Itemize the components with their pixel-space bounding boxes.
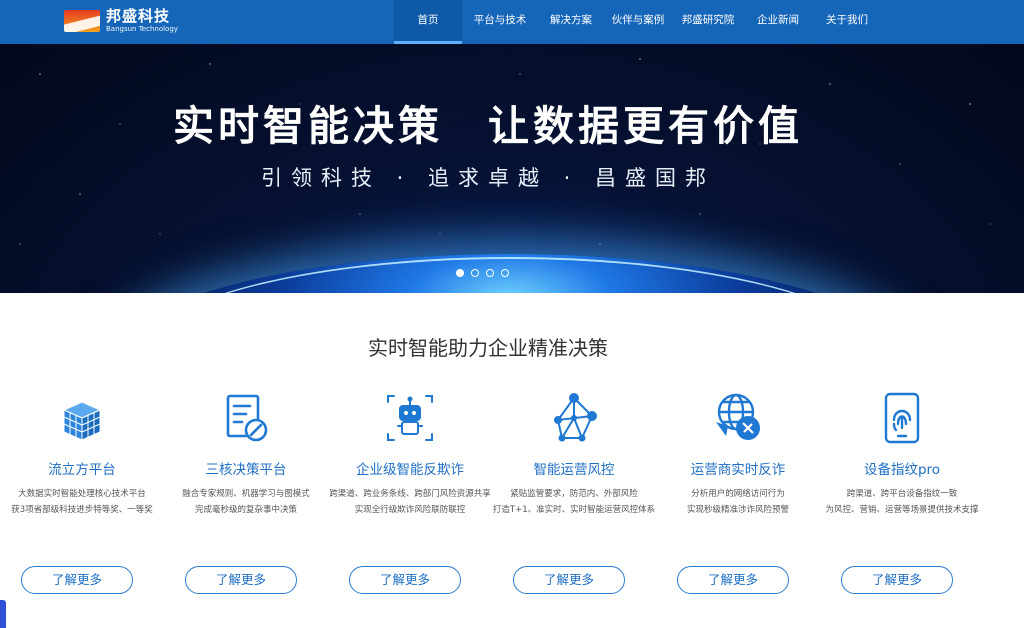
card-desc: 跨渠道、跨平台设备指纹一致 为风控、营销、运营等场景提供技术支撑: [820, 486, 984, 518]
card-desc: 大数据实时智能处理核心技术平台 获3项省部级科技进步特等奖、一等奖: [0, 486, 164, 518]
product-cards: 流立方平台 大数据实时智能处理核心技术平台 获3项省部级科技进步特等奖、一等奖 …: [0, 388, 1024, 628]
learn-more-button[interactable]: 了解更多: [185, 566, 297, 594]
robot-icon: [387, 395, 433, 441]
banner-title: 实时智能决策 让数据更有价值: [173, 102, 803, 150]
card-triple-decision: 三核决策平台 融合专家规则、机器学习与图模式 完成毫秒级的复杂事中决策 了解更多: [164, 388, 328, 594]
side-float-tab[interactable]: [0, 600, 6, 628]
card-desc: 紧贴监管要求，防范内、外部风险 打造T+1、准实时、实时智能运营风控体系: [492, 486, 656, 518]
brand-logo[interactable]: 邦盛科技 Bangsun Technology: [64, 6, 178, 36]
main-nav: 首页 平台与技术 解决方案 伙伴与案例 邦盛研究院 企业新闻 关于我们: [394, 0, 882, 44]
nav-item-solutions[interactable]: 解决方案: [538, 0, 604, 44]
card-stream-cube: 流立方平台 大数据实时智能处理核心技术平台 获3项省部级科技进步特等奖、一等奖 …: [0, 388, 164, 594]
carousel-dot-2[interactable]: [471, 269, 479, 277]
carousel-dot-3[interactable]: [486, 269, 494, 277]
card-title[interactable]: 企业级智能反欺诈: [328, 458, 492, 478]
network-nodes-icon: [554, 393, 597, 442]
banner-subtitle: 引领科技 · 追求卓越 · 昌盛国邦: [260, 166, 716, 190]
decision-doc-icon: [226, 394, 268, 442]
card-operational-risk: 智能运营风控 紧贴监管要求，防范内、外部风险 打造T+1、准实时、实时智能运营风…: [492, 388, 656, 594]
nav-item-about[interactable]: 关于我们: [812, 0, 882, 44]
learn-more-button[interactable]: 了解更多: [677, 566, 789, 594]
brand-name-en: Bangsun Technology: [106, 25, 178, 33]
logo-mark-icon: [64, 10, 100, 32]
carousel-dot-4[interactable]: [501, 269, 509, 277]
card-device-fingerprint: 设备指纹pro 跨渠道、跨平台设备指纹一致 为风控、营销、运营等场景提供技术支撑…: [820, 388, 984, 594]
card-title[interactable]: 流立方平台: [0, 458, 164, 478]
card-desc: 融合专家规则、机器学习与图模式 完成毫秒级的复杂事中决策: [164, 486, 328, 518]
card-desc-line: 实现全行级欺诈风险联防联控: [354, 505, 466, 515]
cube-stack-icon: [62, 401, 102, 441]
card-desc-line: 获3项省部级科技进步特等奖、一等奖: [11, 505, 153, 515]
hero-banner[interactable]: 实时智能决策 让数据更有价值 引领科技 · 追求卓越 · 昌盛国邦: [0, 44, 1024, 293]
card-desc-line: 大数据实时智能处理核心技术平台: [18, 489, 146, 499]
card-anti-fraud: 企业级智能反欺诈 跨渠道、跨业务条线、跨部门风险资源共享 实现全行级欺诈风险联防…: [328, 388, 492, 594]
card-title[interactable]: 智能运营风控: [492, 458, 656, 478]
card-desc-line: 融合专家规则、机器学习与图模式: [182, 489, 310, 499]
top-nav-bar: 邦盛科技 Bangsun Technology 首页 平台与技术 解决方案 伙伴…: [0, 0, 1024, 44]
learn-more-button[interactable]: 了解更多: [513, 566, 625, 594]
globe-phone-icon: [716, 393, 760, 440]
learn-more-button[interactable]: 了解更多: [21, 566, 133, 594]
card-desc: 分析用户的网络访问行为 实现秒级精准涉诈风险预警: [656, 486, 820, 518]
carousel-dot-1[interactable]: [456, 269, 464, 277]
card-carrier-anti-fraud: 运营商实时反诈 分析用户的网络访问行为 实现秒级精准涉诈风险预警 了解更多: [656, 388, 820, 594]
card-title[interactable]: 运营商实时反诈: [656, 458, 820, 478]
nav-item-platform[interactable]: 平台与技术: [462, 0, 538, 44]
card-desc-line: 实现秒级精准涉诈风险预警: [686, 505, 789, 515]
learn-more-button[interactable]: 了解更多: [349, 566, 461, 594]
card-desc-line: 跨渠道、跨平台设备指纹一致: [846, 489, 958, 499]
card-desc-line: 打造T+1、准实时、实时智能运营风控体系: [492, 505, 656, 515]
card-title[interactable]: 三核决策平台: [164, 458, 328, 478]
nav-item-home[interactable]: 首页: [394, 0, 462, 44]
card-desc-line: 分析用户的网络访问行为: [691, 489, 785, 499]
card-desc-line: 为风控、营销、运营等场景提供技术支撑: [825, 505, 979, 515]
learn-more-button[interactable]: 了解更多: [841, 566, 953, 594]
section-title: 实时智能助力企业精准决策: [368, 336, 608, 360]
card-desc-line: 完成毫秒级的复杂事中决策: [194, 505, 297, 515]
card-desc: 跨渠道、跨业务条线、跨部门风险资源共享 实现全行级欺诈风险联防联控: [328, 486, 492, 518]
logo-text: 邦盛科技 Bangsun Technology: [106, 9, 178, 33]
nav-item-partners[interactable]: 伙伴与案例: [604, 0, 672, 44]
carousel-dots: [456, 269, 509, 277]
card-desc-line: 紧贴监管要求，防范内、外部风险: [510, 489, 638, 499]
brand-name-cn: 邦盛科技: [106, 7, 171, 25]
fingerprint-device-icon: [884, 392, 920, 444]
nav-item-research[interactable]: 邦盛研究院: [672, 0, 744, 44]
nav-item-news[interactable]: 企业新闻: [744, 0, 812, 44]
card-desc-line: 跨渠道、跨业务条线、跨部门风险资源共享: [329, 489, 491, 499]
card-title[interactable]: 设备指纹pro: [820, 458, 984, 478]
